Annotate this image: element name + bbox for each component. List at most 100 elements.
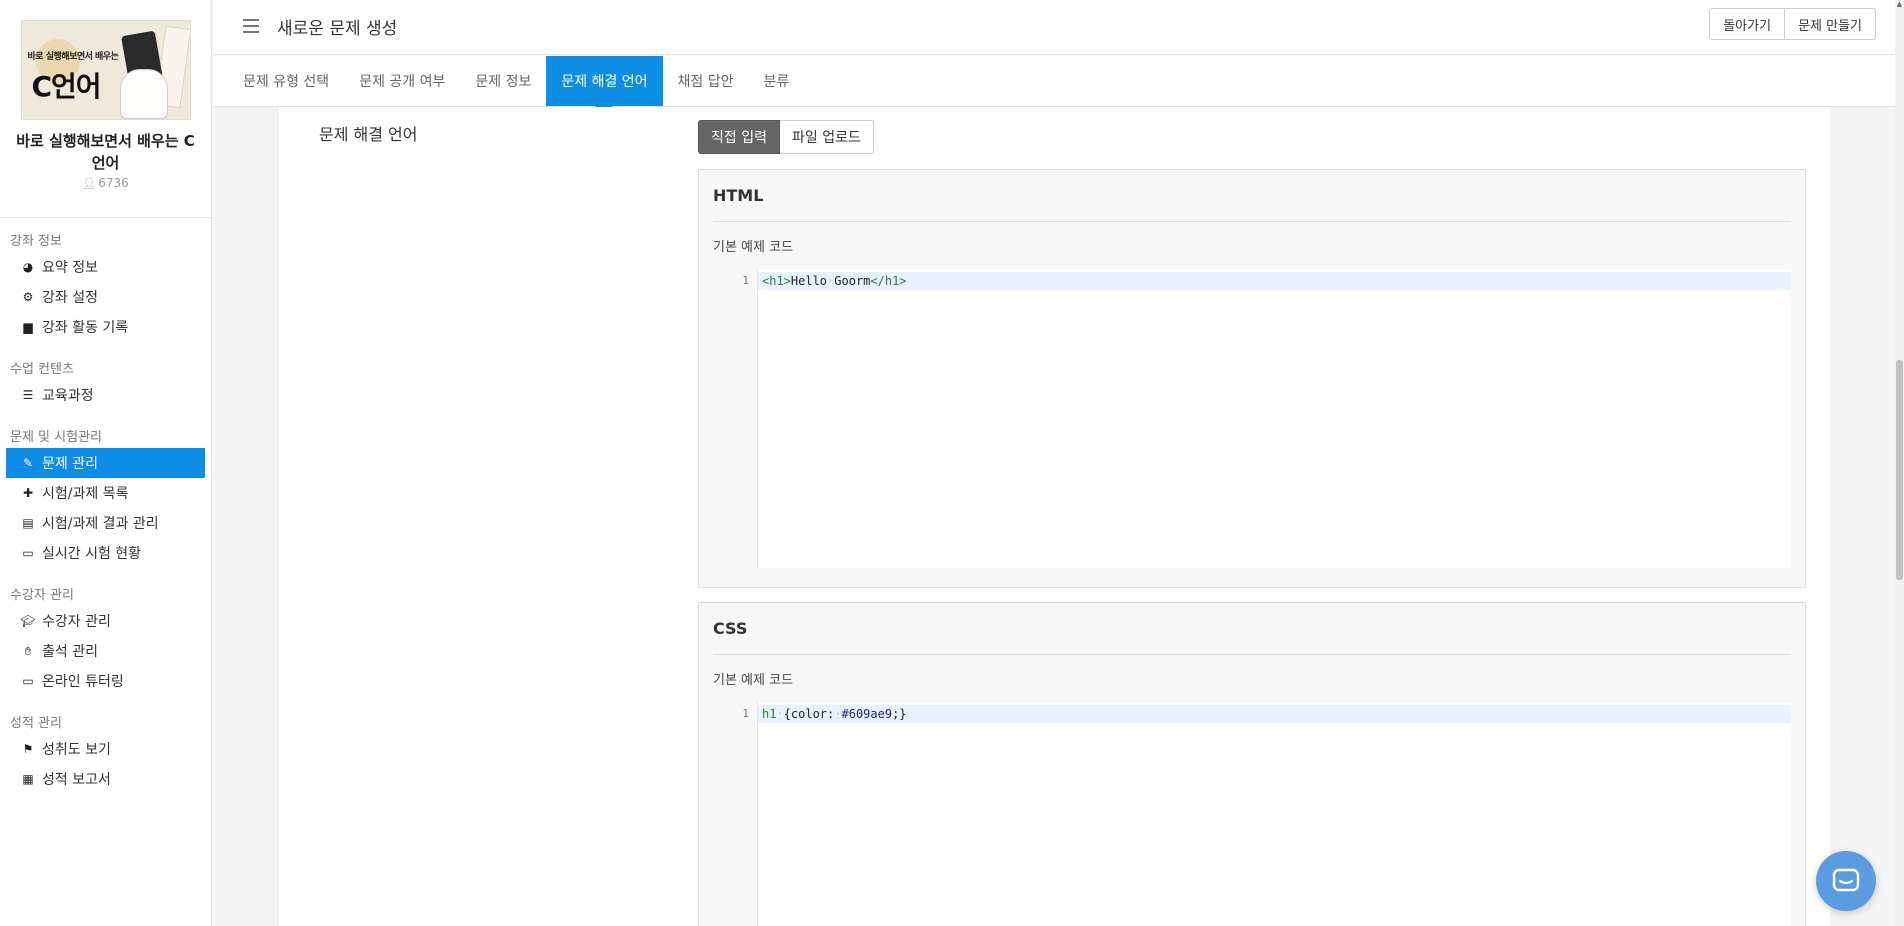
code-area[interactable]: h1·{color:·#609ae9;} bbox=[758, 702, 1791, 926]
sidebar-item-label: 성적 보고서 bbox=[42, 772, 111, 788]
sidebar-item-label: 시험/과제 결과 관리 bbox=[42, 516, 159, 532]
sidebar-item-label: 강좌 활동 기록 bbox=[42, 320, 129, 336]
nav-section-title: 수업 컨텐츠 bbox=[10, 362, 74, 377]
nav-section-students: 수강자 관리 🎓︎ 수강자 관리 ✋︎ 출석 관리 ▭ 온라인 튜터링 bbox=[0, 586, 211, 696]
create-problem-button[interactable]: 문제 만들기 bbox=[1785, 8, 1876, 40]
tab-problem-type[interactable]: 문제 유형 선택 bbox=[228, 56, 344, 106]
sidebar-item-label: 시험/과제 목록 bbox=[42, 486, 129, 502]
header-button-group: 돌아가기 문제 만들기 bbox=[1709, 8, 1876, 40]
graduation-cap-icon: 🎓︎ bbox=[20, 614, 36, 628]
sidebar-item-course-settings[interactable]: ⚙ 강좌 설정 bbox=[6, 282, 205, 312]
input-mode-toggle: 직접 입력 파일 업로드 bbox=[698, 120, 874, 154]
panel-subtitle: 기본 예제 코드 bbox=[713, 673, 794, 688]
sidebar-item-curriculum[interactable]: ☰ 교육과정 bbox=[6, 380, 205, 410]
css-panel: CSS 기본 예제 코드 1 h1·{color:·#609ae9;} bbox=[698, 602, 1806, 926]
file-upload-button[interactable]: 파일 업로드 bbox=[779, 120, 874, 154]
html-panel: HTML 기본 예제 코드 1 <h1>Hello·Goorm</h1> bbox=[698, 169, 1806, 588]
tab-problem-info[interactable]: 문제 정보 bbox=[460, 56, 546, 106]
code-open-tag: <h1> bbox=[762, 274, 791, 288]
sidebar-item-problem-management[interactable]: ✎ 문제 관리 bbox=[6, 448, 205, 478]
top-header: 새로운 문제 생성 돌아가기 문제 만들기 bbox=[213, 0, 1904, 55]
code-text-2: Goorm bbox=[834, 274, 871, 288]
code-line: h1·{color:·#609ae9;} bbox=[758, 705, 1791, 723]
sidebar-item-label: 온라인 튜터링 bbox=[42, 674, 124, 690]
page-scrollbar[interactable]: ▲ bbox=[1895, 0, 1904, 926]
sidebar-item-exam-results[interactable]: ▤ 시험/과제 결과 관리 bbox=[6, 508, 205, 538]
code-brace-close: ;} bbox=[892, 707, 907, 721]
whitespace-dot: · bbox=[776, 707, 784, 721]
chat-icon bbox=[1832, 868, 1860, 892]
sidebar-item-label: 성취도 보기 bbox=[42, 742, 111, 758]
sidebar-item-exam-list[interactable]: ✚ 시험/과제 목록 bbox=[6, 478, 205, 508]
sidebar-item-grade-report[interactable]: ▦ 성적 보고서 bbox=[6, 764, 205, 794]
nav-section-problems: 문제 및 시험관리 ✎ 문제 관리 ✚ 시험/과제 목록 ▤ 시험/과제 결과 관리 … bbox=[0, 428, 211, 568]
sidebar-item-label: 요약 정보 bbox=[42, 260, 98, 276]
css-code-editor[interactable]: 1 h1·{color:·#609ae9;} bbox=[713, 702, 1791, 926]
nav-section-contents: 수업 컨텐츠 ☰ 교육과정 bbox=[0, 360, 211, 410]
sidebar: 바로 실행해보면서 배우는 C언어 바로 실행해보면서 배우는 C언어 👤︎ 67… bbox=[0, 0, 212, 926]
monitor-icon: ▭ bbox=[22, 546, 34, 560]
sidebar-item-label: 실시간 시험 현황 bbox=[42, 546, 142, 562]
list-icon: ☰ bbox=[22, 388, 34, 402]
calculator-icon: ▦ bbox=[22, 772, 34, 786]
back-button[interactable]: 돌아가기 bbox=[1709, 8, 1786, 40]
sidebar-item-online-tutoring[interactable]: ▭ 온라인 튜터링 bbox=[6, 666, 205, 696]
scrollbar-thumb[interactable] bbox=[1896, 360, 1903, 580]
course-header: 바로 실행해보면서 배우는 C언어 바로 실행해보면서 배우는 C언어 👤︎ 67… bbox=[0, 0, 211, 218]
code-property: {color: bbox=[783, 707, 835, 721]
nav-section-title: 성적 관리 bbox=[10, 716, 62, 731]
edit-icon: ✎ bbox=[22, 456, 34, 470]
code-area[interactable]: <h1>Hello·Goorm</h1> bbox=[758, 269, 1791, 568]
panel-title: CSS bbox=[713, 619, 1791, 655]
nav-section-title: 수강자 관리 bbox=[10, 588, 74, 603]
code-line: <h1>Hello·Goorm</h1> bbox=[758, 272, 1791, 290]
panel-subtitle: 기본 예제 코드 bbox=[713, 240, 794, 255]
menu-toggle-icon[interactable] bbox=[243, 19, 259, 33]
course-thumbnail[interactable]: 바로 실행해보면서 배우는 C언어 bbox=[20, 20, 191, 120]
code-text-1: Hello bbox=[790, 274, 828, 288]
nav-section-title: 문제 및 시험관리 bbox=[10, 430, 102, 445]
tab-category[interactable]: 분류 bbox=[749, 56, 805, 106]
course-title[interactable]: 바로 실행해보면서 배우는 C언어 bbox=[12, 130, 199, 174]
monitor-icon: ▭ bbox=[22, 674, 34, 688]
sidebar-item-student-management[interactable]: 🎓︎ 수강자 관리 bbox=[6, 606, 205, 636]
tab-solution-language[interactable]: 문제 해결 언어 bbox=[546, 56, 663, 115]
user-icon: 👤︎ bbox=[82, 177, 97, 190]
sidebar-item-label: 문제 관리 bbox=[42, 456, 98, 472]
sidebar-item-live-exam[interactable]: ▭ 실시간 시험 현황 bbox=[6, 538, 205, 568]
pie-chart-icon: ◕ bbox=[22, 260, 34, 274]
thumb-subtitle: 바로 실행해보면서 배우는 bbox=[27, 52, 119, 62]
thumb-hand-decor bbox=[119, 69, 168, 119]
html-code-editor[interactable]: 1 <h1>Hello·Goorm</h1> bbox=[713, 269, 1791, 568]
page-title: 새로운 문제 생성 bbox=[277, 19, 398, 39]
sidebar-item-label: 수강자 관리 bbox=[42, 614, 111, 630]
direct-input-button[interactable]: 직접 입력 bbox=[698, 120, 780, 154]
chat-button[interactable] bbox=[1816, 851, 1876, 911]
whitespace-dot: · bbox=[834, 707, 842, 721]
sidebar-item-label: 교육과정 bbox=[42, 388, 94, 404]
sidebar-item-attendance[interactable]: ✋︎ 출석 관리 bbox=[6, 636, 205, 666]
line-number: 1 bbox=[713, 702, 758, 926]
tab-grading-answer[interactable]: 채점 답안 bbox=[663, 56, 749, 106]
line-number: 1 bbox=[713, 269, 758, 568]
main-content: 문제 해결 언어 직접 입력 파일 업로드 HTML 기본 예제 코드 1 <h… bbox=[279, 107, 1830, 926]
code-close-tag: </h1> bbox=[870, 274, 907, 288]
hand-icon: ✋︎ bbox=[24, 643, 32, 658]
scroll-up-arrow-icon[interactable]: ▲ bbox=[1895, 0, 1904, 10]
puzzle-icon: ✚ bbox=[22, 486, 34, 500]
section-label: 문제 해결 언어 bbox=[319, 125, 418, 144]
sidebar-item-summary[interactable]: ◕ 요약 정보 bbox=[6, 252, 205, 282]
flag-icon: ⚑ bbox=[22, 742, 34, 756]
course-student-count: 👤︎ 6736 bbox=[0, 176, 211, 190]
code-value: #609ae9 bbox=[841, 707, 893, 721]
sidebar-item-label: 출석 관리 bbox=[42, 644, 98, 660]
thumb-main-title: C언어 bbox=[31, 70, 102, 103]
sidebar-item-achievement[interactable]: ⚑ 성취도 보기 bbox=[6, 734, 205, 764]
sidebar-item-activity-log[interactable]: ▆ 강좌 활동 기록 bbox=[6, 312, 205, 342]
gears-icon: ⚙ bbox=[22, 290, 34, 304]
nav-section-title: 강좌 정보 bbox=[10, 234, 62, 249]
nav-section-course-info: 강좌 정보 ◕ 요약 정보 ⚙ 강좌 설정 ▆ 강좌 활동 기록 bbox=[0, 232, 211, 342]
sidebar-item-label: 강좌 설정 bbox=[42, 290, 98, 306]
tab-visibility[interactable]: 문제 공개 여부 bbox=[344, 56, 460, 106]
nav-section-grades: 성적 관리 ⚑ 성취도 보기 ▦ 성적 보고서 bbox=[0, 714, 211, 794]
